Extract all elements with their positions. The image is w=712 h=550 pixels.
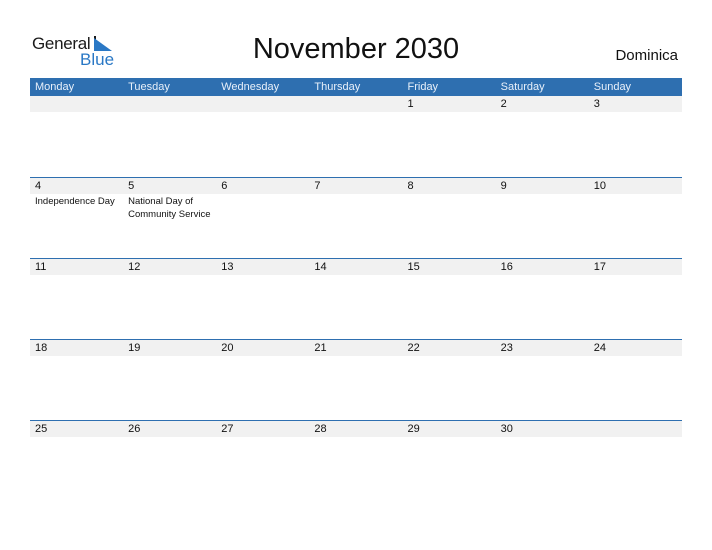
calendar-title: November 2030: [252, 33, 460, 65]
holiday-label: [30, 275, 123, 276]
holiday-label: [309, 275, 402, 276]
holiday-label: [309, 112, 402, 113]
week-row: 18 19 20 21 22 23 24: [30, 339, 682, 420]
date-strip: 18 19 20 21 22 23 24: [30, 340, 682, 356]
holiday-label: [309, 194, 402, 221]
holiday-label: [496, 275, 589, 276]
holiday-label: [403, 356, 496, 357]
events-row: [30, 437, 682, 438]
day-number: 17: [593, 261, 606, 273]
weekday-thursday: Thursday: [314, 81, 361, 93]
day-number: 9: [500, 180, 507, 192]
holiday-label: [216, 356, 309, 357]
holiday-label: [403, 112, 496, 113]
week-row: 25 26 27 28 29 30: [30, 420, 682, 501]
day-number: 6: [221, 180, 228, 192]
day-number: [216, 96, 309, 112]
holiday-label: [589, 112, 682, 113]
holiday-label: [403, 437, 496, 438]
day-number: 23: [500, 342, 513, 354]
events-row: Independence Day National Day of Communit…: [30, 194, 682, 221]
day-number: 5: [128, 180, 135, 192]
holiday-label: [309, 356, 402, 357]
week-row: 1 2 3: [30, 96, 682, 177]
holiday-label: [216, 437, 309, 438]
holiday-label: [496, 437, 589, 438]
holiday-label: [123, 437, 216, 438]
day-number: 28: [314, 423, 327, 435]
day-number: 7: [314, 180, 321, 192]
holiday-label: [216, 112, 309, 113]
day-number: 13: [221, 261, 234, 273]
day-number: 29: [407, 423, 420, 435]
weekday-monday: Monday: [35, 81, 75, 93]
events-row: [30, 356, 682, 357]
day-number: 19: [128, 342, 141, 354]
holiday-label: [30, 112, 123, 113]
week-row: 4 5 6 7 8 9 10 Independence Day National Day of …: [30, 177, 682, 258]
weekday-friday: Friday: [407, 81, 439, 93]
weekday-tuesday: Tuesday: [128, 81, 170, 93]
day-number: 22: [407, 342, 420, 354]
weekday-saturday: Saturday: [500, 81, 545, 93]
day-number: [123, 96, 216, 112]
holiday-label: [30, 356, 123, 357]
day-number: 8: [407, 180, 414, 192]
date-strip: 4 5 6 7 8 9 10: [30, 178, 682, 194]
day-number: 27: [221, 423, 234, 435]
day-number: 26: [128, 423, 141, 435]
day-number: 11: [35, 261, 47, 273]
day-number: 2: [500, 98, 507, 110]
day-number: 14: [314, 261, 327, 273]
weekday-sunday: Sunday: [593, 81, 632, 93]
calendar-grid: Monday Tuesday Wednesday Thursday Friday…: [30, 78, 682, 501]
country-label: Dominica: [615, 47, 678, 64]
holiday-label: [30, 437, 123, 438]
day-number: [309, 96, 402, 112]
day-number: 16: [500, 261, 513, 273]
day-number: 10: [593, 180, 606, 192]
events-row: [30, 275, 682, 276]
week-row: 11 12 13 14 15 16 17: [30, 258, 682, 339]
holiday-label: [589, 194, 682, 221]
holiday-label: [123, 356, 216, 357]
date-strip: 11 12 13 14 15 16 17: [30, 259, 682, 275]
date-strip: 1 2 3: [30, 96, 682, 112]
events-row: [30, 112, 682, 113]
holiday-label: [123, 275, 216, 276]
day-number: 15: [407, 261, 420, 273]
day-number: 12: [128, 261, 141, 273]
holiday-label: National Day of Community Service: [128, 196, 211, 220]
day-number: 1: [407, 98, 414, 110]
day-number: 24: [593, 342, 606, 354]
day-number: 25: [35, 423, 48, 435]
holiday-label: [309, 437, 402, 438]
day-number: 30: [500, 423, 513, 435]
holiday-label: [496, 112, 589, 113]
holiday-label: [216, 275, 309, 276]
day-number: 3: [593, 98, 600, 110]
day-number: 4: [35, 180, 42, 192]
holiday-label: [589, 437, 682, 438]
weekday-wednesday: Wednesday: [221, 81, 280, 93]
day-number: [30, 96, 123, 112]
day-number: 21: [314, 342, 327, 354]
day-number: 18: [35, 342, 48, 354]
date-strip: 25 26 27 28 29 30: [30, 421, 682, 437]
holiday-label: Independence Day: [35, 196, 115, 207]
holiday-label: [589, 275, 682, 276]
weekday-header: Monday Tuesday Wednesday Thursday Friday…: [30, 78, 682, 96]
holiday-label: [496, 356, 589, 357]
day-number: [589, 421, 682, 437]
day-number: 20: [221, 342, 234, 354]
holiday-label: [123, 112, 216, 113]
holiday-label: [216, 194, 309, 221]
holiday-label: [403, 275, 496, 276]
holiday-label: [403, 194, 496, 221]
holiday-label: [496, 194, 589, 221]
holiday-label: [589, 356, 682, 357]
